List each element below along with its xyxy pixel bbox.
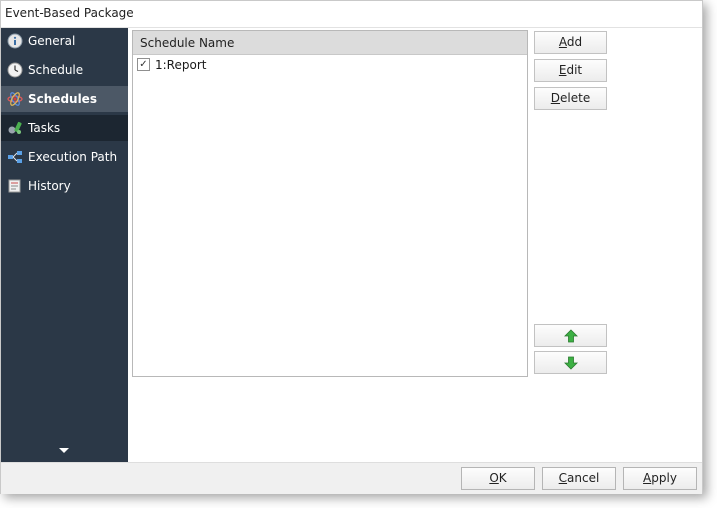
sidebar-item-label: Schedule (28, 63, 84, 77)
delete-button-label: elete (560, 91, 591, 105)
cancel-button-mnemonic: C (558, 471, 568, 485)
sidebar-item-schedules[interactable]: Schedules (1, 86, 128, 112)
sidebar-item-label: Schedules (28, 92, 97, 106)
flow-icon (8, 151, 22, 163)
move-down-button[interactable] (534, 351, 607, 374)
table-row[interactable]: ✓ 1:Report (133, 55, 527, 75)
edit-button[interactable]: Edit (534, 59, 607, 82)
edit-button-label: dit (566, 63, 583, 77)
sidebar-item-execution-path[interactable]: Execution Path (1, 144, 128, 170)
add-button-mnemonic: A (558, 35, 567, 49)
sidebar-scroll-down-icon[interactable] (59, 448, 69, 453)
sidebar-item-label: Execution Path (28, 150, 118, 164)
delete-button[interactable]: Delete (534, 87, 607, 110)
ok-button[interactable]: OK (461, 467, 535, 490)
sidebar-item-label: History (28, 179, 71, 193)
column-header-label: Schedule Name (140, 36, 235, 50)
dialog-footer: OK Cancel Apply (1, 462, 702, 494)
column-header-schedule-name[interactable]: Schedule Name (133, 31, 527, 55)
cancel-button[interactable]: Cancel (542, 467, 616, 490)
apply-button[interactable]: Apply (623, 467, 697, 490)
green-up-arrow-icon (564, 329, 578, 343)
clock-icon (7, 62, 23, 78)
sidebar-item-general[interactable]: General (1, 28, 128, 54)
row-checkbox[interactable]: ✓ (137, 58, 150, 71)
ok-button-label: K (498, 471, 507, 485)
apply-button-label: pply (651, 471, 677, 485)
tasks-icon (8, 121, 22, 134)
atom-icon (7, 92, 23, 106)
sidebar-item-schedule[interactable]: Schedule (1, 57, 128, 83)
add-button[interactable]: Add (534, 31, 607, 54)
ok-button-mnemonic: O (489, 471, 499, 485)
cancel-button-label: ancel (567, 471, 600, 485)
schedules-grid: Schedule Name ✓ 1:Report (132, 30, 528, 377)
schedule-name-cell: 1:Report (155, 58, 207, 72)
delete-button-mnemonic: D (550, 91, 561, 105)
title-bar: Event-Based Package (1, 1, 702, 28)
sidebar-item-tasks[interactable]: Tasks (1, 115, 128, 141)
info-icon (7, 33, 23, 49)
move-up-button[interactable] (534, 324, 607, 347)
history-icon (8, 179, 21, 193)
add-button-label: dd (566, 35, 583, 49)
sidebar-item-label: Tasks (28, 121, 61, 135)
sidebar-item-label: General (28, 34, 76, 48)
sidebar: General Schedule Schedules Tasks Executi… (1, 28, 128, 462)
dialog-window: Event-Based Package General Schedule Sch… (0, 0, 703, 494)
green-down-arrow-icon (564, 356, 578, 370)
sidebar-item-history[interactable]: History (1, 173, 128, 199)
window-title: Event-Based Package (5, 6, 134, 20)
